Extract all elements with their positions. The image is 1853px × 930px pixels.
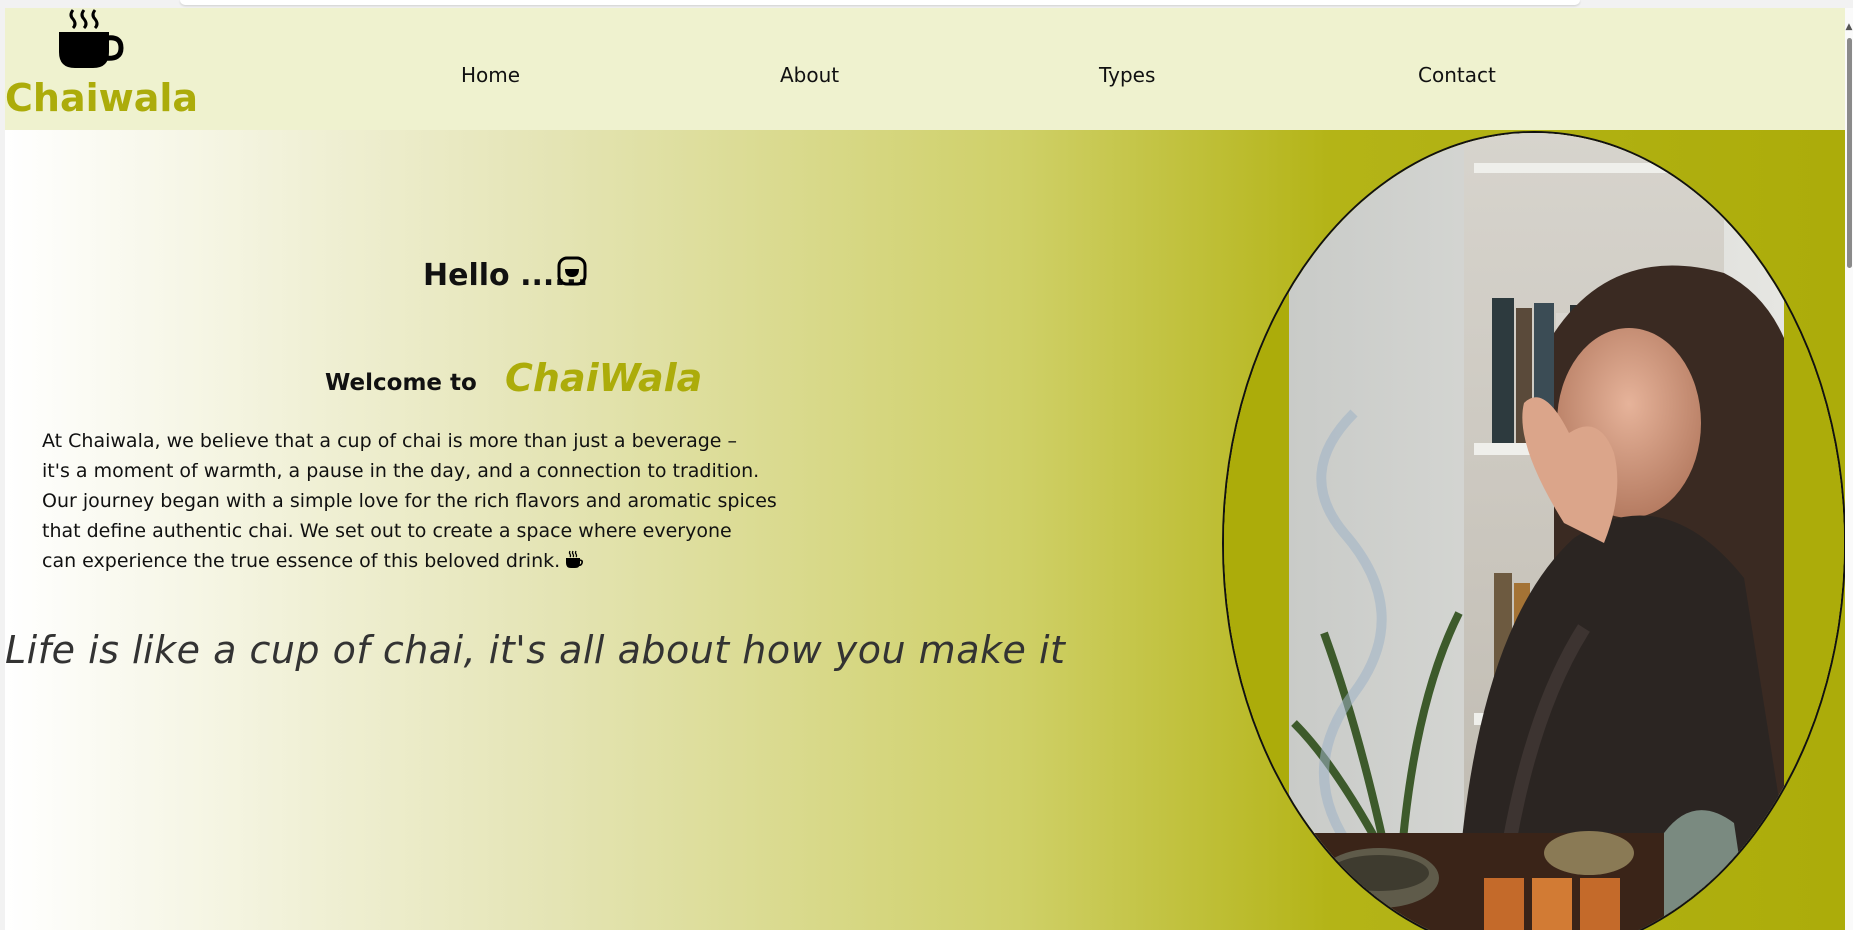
page: Chaiwala Home About Types Contact Hello … xyxy=(5,8,1845,930)
welcome-brand: ChaiWala xyxy=(505,356,703,400)
nav-types-link[interactable]: Types xyxy=(1099,63,1155,87)
paragraph-line: Our journey began with a simple love for… xyxy=(42,490,777,512)
nav-contact-link[interactable]: Contact xyxy=(1418,63,1496,87)
browser-top-strip xyxy=(180,0,1580,5)
coffee-cup-icon xyxy=(566,550,584,568)
hero-quote: Life is like a cup of chai, it's all abo… xyxy=(5,628,1066,672)
paragraph-line: that define authentic chai. We set out t… xyxy=(42,520,732,542)
paragraph-line-last: can experience the true essence of this … xyxy=(42,546,822,576)
welcome-prefix: Welcome to xyxy=(325,370,477,396)
page-scrollbar[interactable]: ▲ xyxy=(1845,8,1853,930)
steaming-cup-icon[interactable] xyxy=(53,8,125,72)
smiling-face-icon xyxy=(557,256,587,286)
about-paragraph: At Chaiwala, we believe that a cup of ch… xyxy=(42,426,822,576)
paragraph-line: At Chaiwala, we believe that a cup of ch… xyxy=(42,430,738,452)
navbar: Chaiwala Home About Types Contact xyxy=(5,8,1845,130)
scrollbar-thumb[interactable] xyxy=(1847,38,1852,268)
paragraph-line: it's a moment of warmth, a pause in the … xyxy=(42,460,760,482)
paragraph-line-text: can experience the true essence of this … xyxy=(42,550,561,572)
nav-about-link[interactable]: About xyxy=(780,63,839,87)
hero-image-frame xyxy=(1222,131,1845,930)
brand-logo-text[interactable]: Chaiwala xyxy=(5,76,198,120)
hero-section: Hello ...... Welcome to ChaiWala At Chai… xyxy=(5,130,1845,930)
woman-sipping-tea-photo xyxy=(1224,133,1844,930)
scroll-up-arrow-icon[interactable]: ▲ xyxy=(1845,20,1853,34)
nav-home-link[interactable]: Home xyxy=(461,63,520,87)
